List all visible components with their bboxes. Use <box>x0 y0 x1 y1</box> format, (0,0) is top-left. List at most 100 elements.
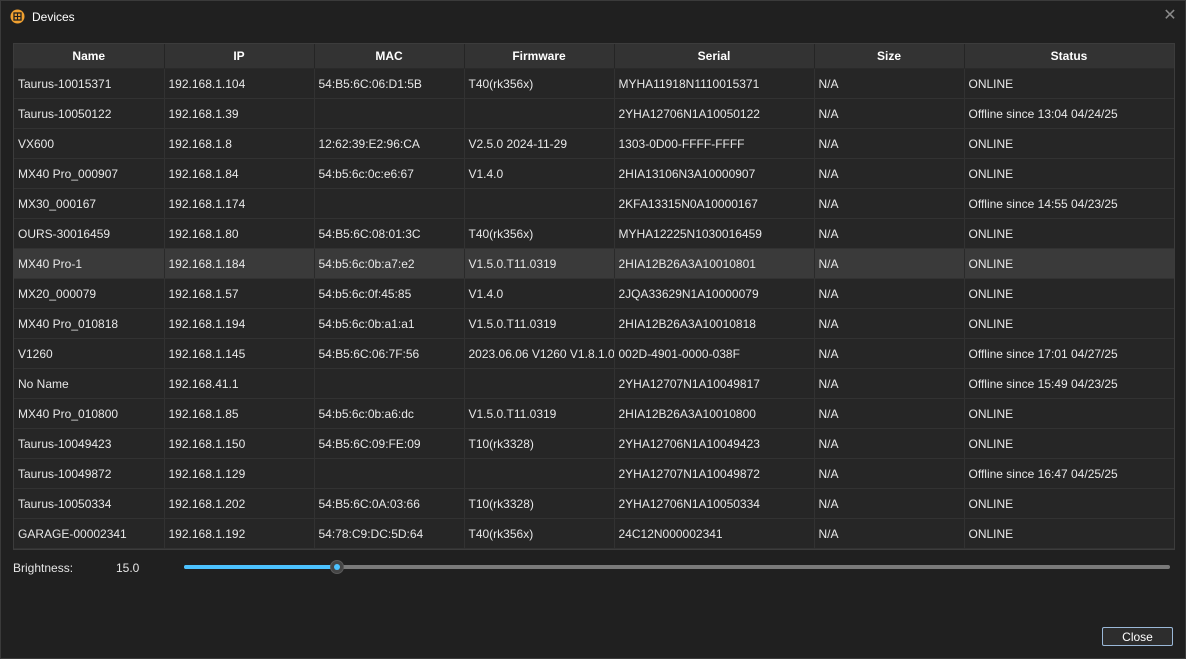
close-window-icon[interactable]: ✕ <box>1161 7 1179 25</box>
cell-ip: 192.168.41.1 <box>164 368 315 399</box>
column-header-serial[interactable]: Serial <box>614 44 815 69</box>
table-row[interactable]: GARAGE-00002341 192.168.1.192 54:78:C9:DC:… <box>14 518 1174 549</box>
cell-size: N/A <box>814 488 965 519</box>
cell-status: ONLINE <box>964 308 1174 339</box>
table-row[interactable]: No Name 192.168.41.1 2YHA12707N1A10049817 N… <box>14 368 1174 399</box>
cell-serial: 2JQA33629N1A10000079 <box>614 278 815 309</box>
column-header-firmware[interactable]: Firmware <box>464 44 615 69</box>
cell-firmware: T40(rk356x) <box>464 218 615 249</box>
cell-mac: 54:b5:6c:0b:a6:dc <box>314 398 465 429</box>
cell-ip: 192.168.1.202 <box>164 488 315 519</box>
table-row[interactable]: MX40 Pro_010800 192.168.1.85 54:b5:6c:0b:a… <box>14 398 1174 429</box>
cell-serial: 2YHA12707N1A10049872 <box>614 458 815 489</box>
cell-size: N/A <box>814 518 965 549</box>
cell-status: Offline since 17:01 04/27/25 <box>964 338 1174 369</box>
cell-size: N/A <box>814 458 965 489</box>
cell-ip: 192.168.1.150 <box>164 428 315 459</box>
cell-mac: 54:B5:6C:06:7F:56 <box>314 338 465 369</box>
table-row[interactable]: MX20_000079 192.168.1.57 54:b5:6c:0f:45:85… <box>14 278 1174 309</box>
table-row[interactable]: Taurus-10049872 192.168.1.129 2YHA12707N1A… <box>14 458 1174 489</box>
cell-ip: 192.168.1.184 <box>164 248 315 279</box>
cell-size: N/A <box>814 248 965 279</box>
devices-table[interactable]: Name IP MAC Firmware Serial Size Status Taurus… <box>13 43 1175 550</box>
column-header-mac[interactable]: MAC <box>314 44 465 69</box>
column-header-ip[interactable]: IP <box>164 44 315 69</box>
cell-status: ONLINE <box>964 158 1174 189</box>
cell-size: N/A <box>814 308 965 339</box>
cell-size: N/A <box>814 278 965 309</box>
cell-size: N/A <box>814 188 965 219</box>
brightness-slider-thumb[interactable] <box>329 560 344 574</box>
cell-mac: 54:b5:6c:0b:a1:a1 <box>314 308 465 339</box>
cell-status: Offline since 13:04 04/24/25 <box>964 98 1174 129</box>
cell-firmware: T40(rk356x) <box>464 518 615 549</box>
column-header-status[interactable]: Status <box>964 44 1174 69</box>
cell-serial: 2HIA12B26A3A10010818 <box>614 308 815 339</box>
cell-status: Offline since 16:47 04/25/25 <box>964 458 1174 489</box>
table-row[interactable]: OURS-30016459 192.168.1.80 54:B5:6C:08:01:… <box>14 218 1174 249</box>
cell-ip: 192.168.1.145 <box>164 338 315 369</box>
table-row[interactable]: MX40 Pro-1 192.168.1.184 54:b5:6c:0b:a7:e2… <box>14 248 1174 279</box>
cell-serial: 2YHA12706N1A10050334 <box>614 488 815 519</box>
cell-size: N/A <box>814 68 965 99</box>
cell-name: MX40 Pro_010818 <box>14 308 165 339</box>
cell-size: N/A <box>814 158 965 189</box>
cell-firmware: V2.5.0 2024-11-29 <box>464 128 615 159</box>
table-row[interactable]: Taurus-10050334 192.168.1.202 54:B5:6C:0A:… <box>14 488 1174 519</box>
cell-ip: 192.168.1.192 <box>164 518 315 549</box>
cell-status: ONLINE <box>964 68 1174 99</box>
table-row[interactable]: Taurus-10049423 192.168.1.150 54:B5:6C:09:… <box>14 428 1174 459</box>
app-logo-icon <box>10 9 25 24</box>
cell-name: Taurus-10049872 <box>14 458 165 489</box>
cell-status: Offline since 15:49 04/23/25 <box>964 368 1174 399</box>
column-header-size[interactable]: Size <box>814 44 965 69</box>
cell-name: Taurus-10049423 <box>14 428 165 459</box>
cell-mac: 54:B5:6C:09:FE:09 <box>314 428 465 459</box>
cell-firmware: V1.5.0.T11.0319 <box>464 248 615 279</box>
cell-ip: 192.168.1.194 <box>164 308 315 339</box>
cell-firmware <box>464 188 615 219</box>
cell-size: N/A <box>814 368 965 399</box>
table-row[interactable]: MX40 Pro_010818 192.168.1.194 54:b5:6c:0b:… <box>14 308 1174 339</box>
cell-firmware: V1.4.0 <box>464 158 615 189</box>
cell-firmware <box>464 368 615 399</box>
table-row[interactable]: Taurus-10050122 192.168.1.39 2YHA12706N1A1… <box>14 98 1174 129</box>
window-title: Devices <box>32 10 75 24</box>
brightness-value: 15.0 <box>116 561 140 575</box>
table-row[interactable]: MX40 Pro_000907 192.168.1.84 54:b5:6c:0c:e… <box>14 158 1174 189</box>
cell-mac <box>314 188 465 219</box>
close-button[interactable]: Close <box>1102 627 1173 646</box>
cell-serial: 2KFA13315N0A10000167 <box>614 188 815 219</box>
cell-mac <box>314 368 465 399</box>
cell-firmware: T40(rk356x) <box>464 68 615 99</box>
cell-serial: MYHA11918N1110015371 <box>614 68 815 99</box>
cell-serial: MYHA12225N1030016459 <box>614 218 815 249</box>
cell-mac: 54:78:C9:DC:5D:64 <box>314 518 465 549</box>
column-header-name[interactable]: Name <box>14 44 165 69</box>
cell-size: N/A <box>814 98 965 129</box>
cell-ip: 192.168.1.104 <box>164 68 315 99</box>
cell-firmware <box>464 98 615 129</box>
cell-mac <box>314 98 465 129</box>
cell-size: N/A <box>814 338 965 369</box>
cell-firmware: V1.5.0.T11.0319 <box>464 308 615 339</box>
cell-status: ONLINE <box>964 278 1174 309</box>
cell-mac: 54:B5:6C:0A:03:66 <box>314 488 465 519</box>
table-row[interactable]: MX30_000167 192.168.1.174 2KFA13315N0A1000… <box>14 188 1174 219</box>
cell-ip: 192.168.1.39 <box>164 98 315 129</box>
cell-name: MX40 Pro_010800 <box>14 398 165 429</box>
cell-firmware <box>464 458 615 489</box>
cell-firmware: 2023.06.06 V1260 V1.8.1.0 <box>464 338 615 369</box>
cell-status: ONLINE <box>964 398 1174 429</box>
cell-firmware: V1.4.0 <box>464 278 615 309</box>
table-row[interactable]: VX600 192.168.1.8 12:62:39:E2:96:CA V2.5.0 … <box>14 128 1174 159</box>
cell-size: N/A <box>814 428 965 459</box>
cell-name: MX30_000167 <box>14 188 165 219</box>
cell-mac <box>314 458 465 489</box>
table-row[interactable]: Taurus-10015371 192.168.1.104 54:B5:6C:06:… <box>14 68 1174 99</box>
brightness-slider[interactable] <box>184 560 1170 574</box>
cell-name: Taurus-10050122 <box>14 98 165 129</box>
table-row[interactable]: V1260 192.168.1.145 54:B5:6C:06:7F:56 2023.… <box>14 338 1174 369</box>
cell-size: N/A <box>814 218 965 249</box>
table-header: Name IP MAC Firmware Serial Size Status <box>14 44 1174 69</box>
